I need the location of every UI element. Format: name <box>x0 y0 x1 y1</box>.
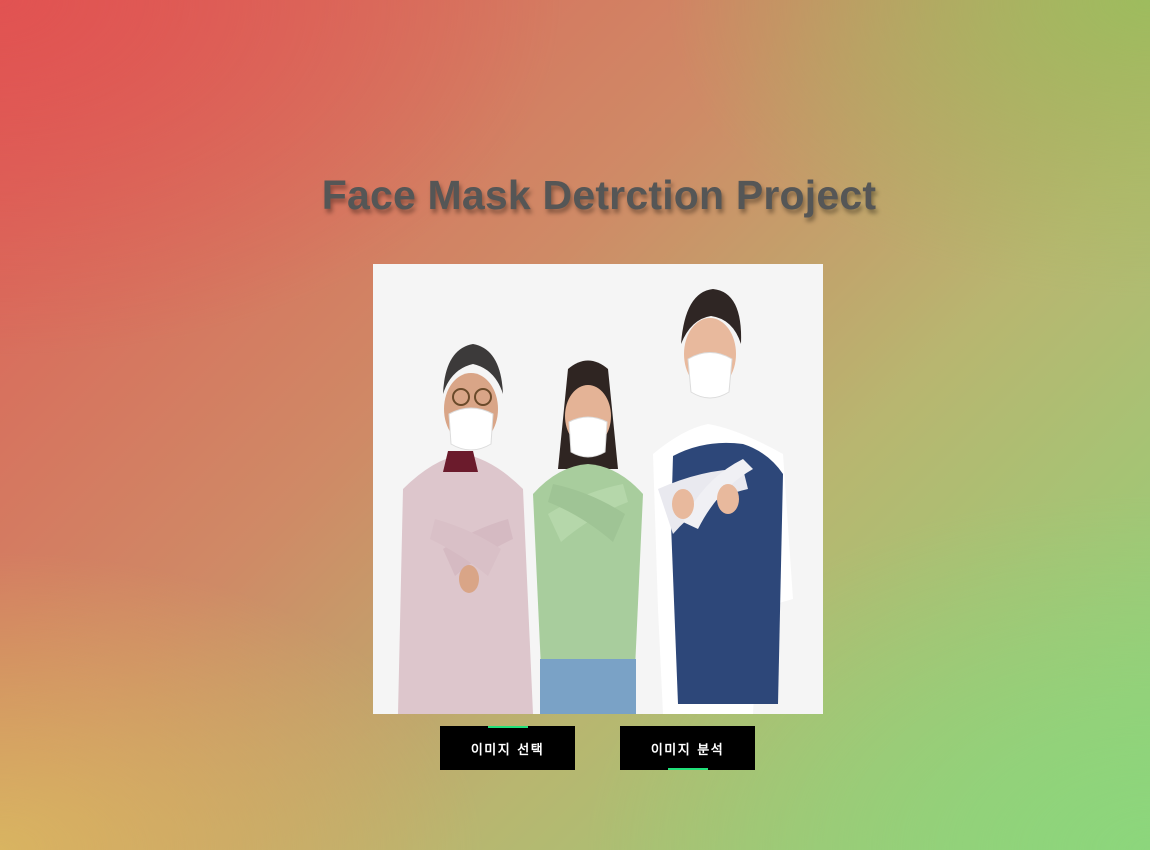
analyze-image-label: 이미지 분석 <box>650 742 725 758</box>
page: Face Mask Detrction Project 이미지 선택 이미지 분… <box>0 0 1150 850</box>
preview-image <box>373 264 823 714</box>
people-with-masks-photo <box>373 264 823 714</box>
select-image-label: 이미지 선택 <box>470 742 545 758</box>
button-accent-line <box>668 768 708 770</box>
select-image-button[interactable]: 이미지 선택 <box>440 726 575 770</box>
button-accent-line <box>488 726 528 728</box>
page-title: Face Mask Detrction Project <box>321 172 877 218</box>
analyze-image-button[interactable]: 이미지 분석 <box>620 726 755 770</box>
